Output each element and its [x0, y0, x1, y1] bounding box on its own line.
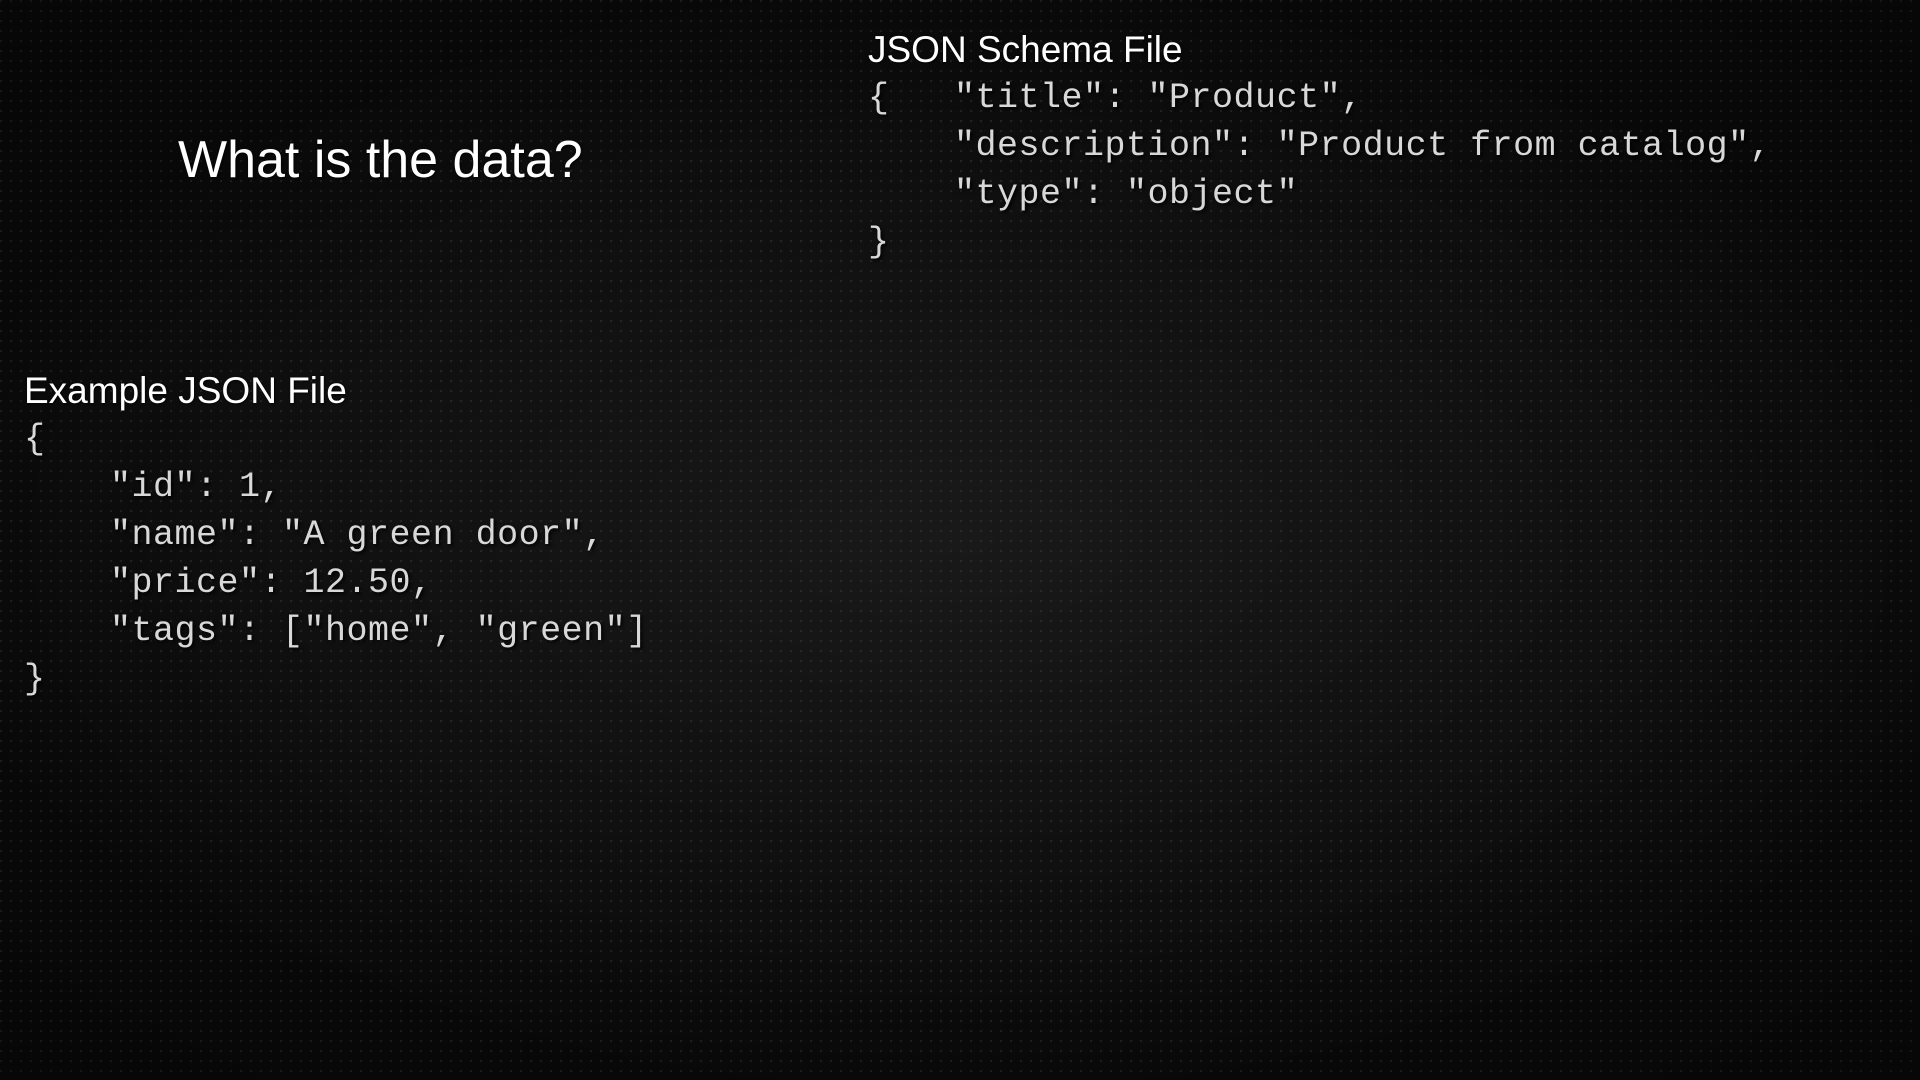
example-label: Example JSON File — [24, 370, 347, 412]
schema-code-block: { "title": "Product", "description": "Pr… — [868, 75, 1771, 267]
slide-title: What is the data? — [178, 130, 583, 190]
schema-label: JSON Schema File — [868, 29, 1183, 71]
example-code-block: { "id": 1, "name": "A green door", "pric… — [24, 416, 648, 704]
